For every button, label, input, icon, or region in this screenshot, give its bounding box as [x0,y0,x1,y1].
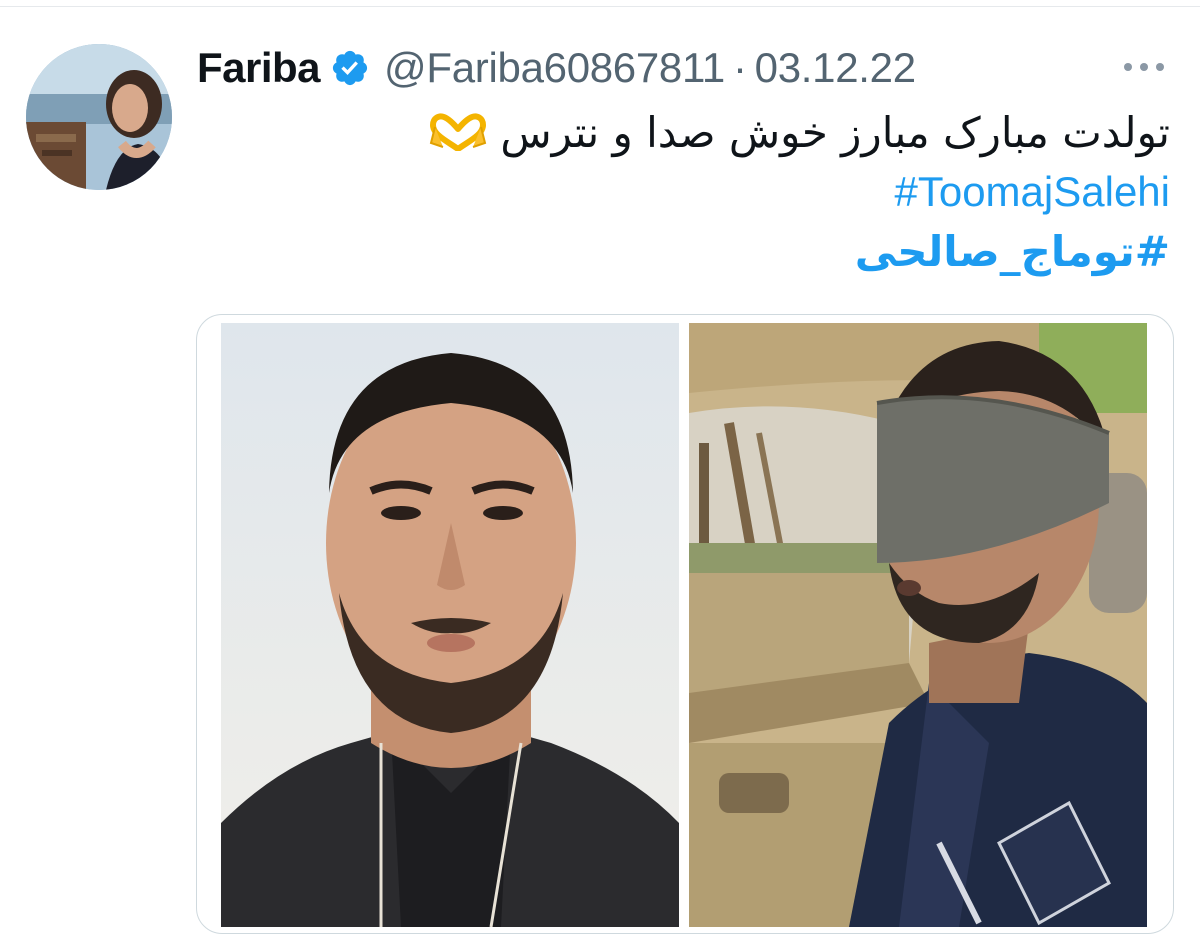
user-handle[interactable]: @Fariba60867811 [384,44,725,92]
separator-dot: · [732,44,747,91]
tweet-text-line: تولدت مبارک مبارز خوش صدا و نترس [270,104,1170,162]
photo-man-portrait[interactable] [221,323,679,927]
verified-badge-icon [330,48,370,88]
media-card[interactable] [196,314,1174,934]
top-divider [0,0,1200,7]
heart-hands-icon [429,108,487,152]
tweet-header: Fariba @Fariba60867811 · 03.12.22 [197,40,916,96]
photo-man-blindfolded-in-car[interactable] [689,323,1147,927]
hashtag-link[interactable]: #توماج_صالحی [270,222,1170,282]
ellipsis-icon[interactable] [1118,56,1170,78]
tweet-date[interactable]: 03.12.22 [755,44,916,92]
tweet-body: تولدت مبارک مبارز خوش صدا و نترس #Toomaj… [270,104,1170,282]
display-name[interactable]: Fariba [197,44,321,92]
avatar[interactable] [26,44,172,190]
tweet-text: تولدت مبارک مبارز خوش صدا و نترس [500,108,1170,157]
hashtag-link[interactable]: #ToomajSalehi [270,162,1170,222]
